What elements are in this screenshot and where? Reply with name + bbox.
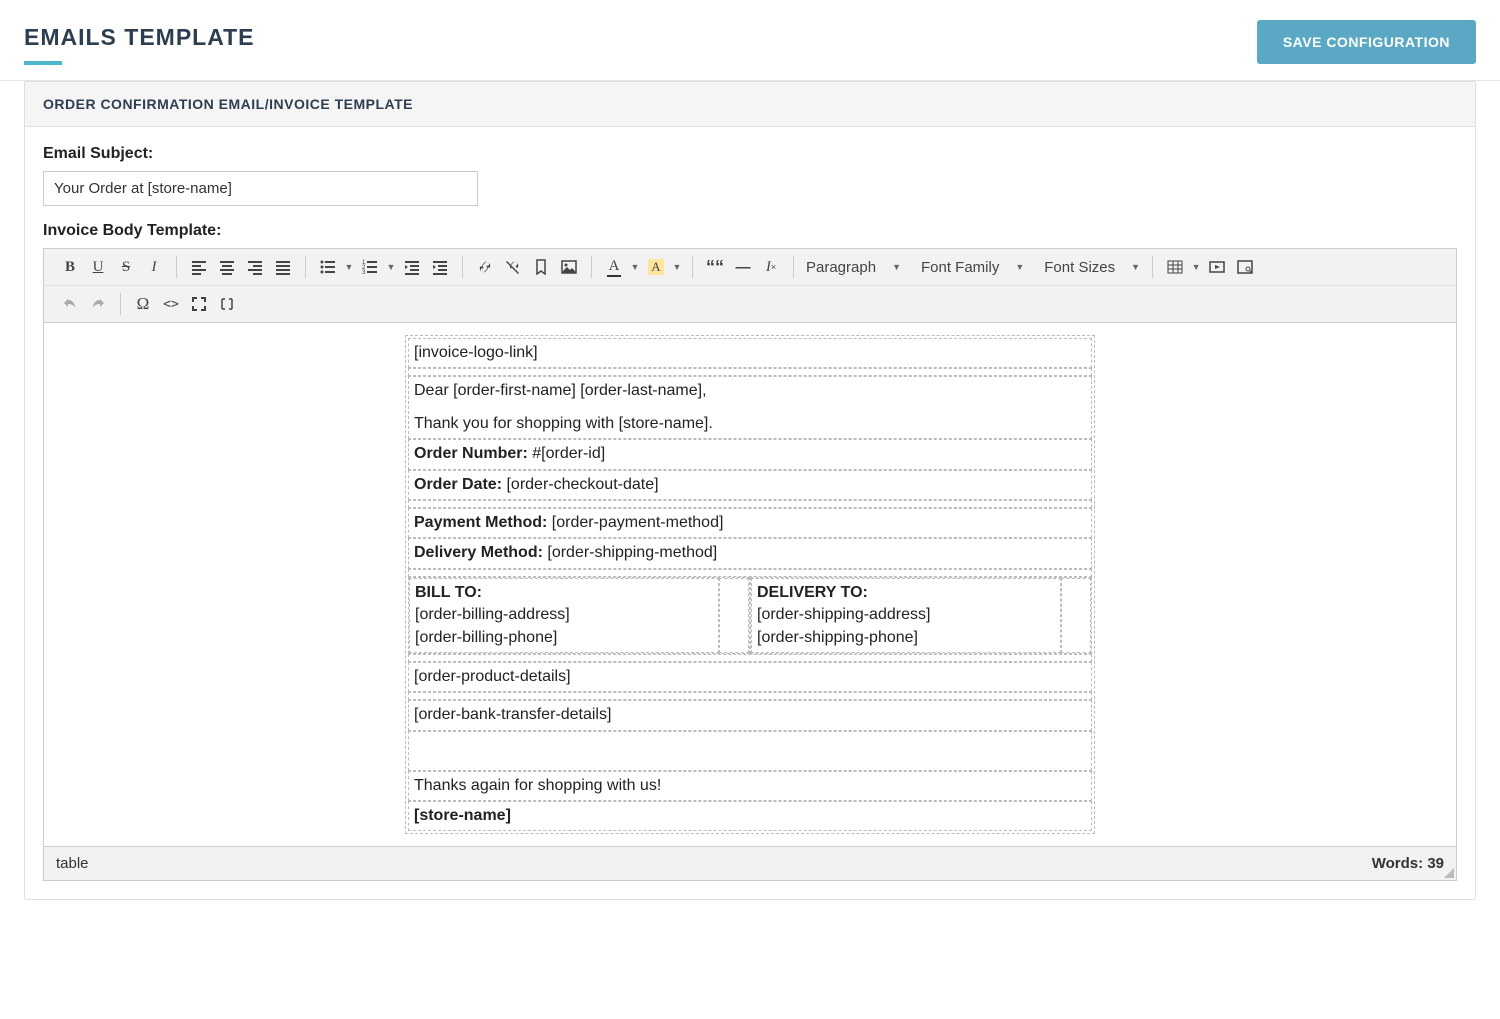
greeting-cell[interactable]: Dear [order-first-name] [order-last-name… — [408, 376, 1092, 439]
fullscreen-button[interactable] — [185, 290, 213, 318]
rich-text-editor: B U S I — [43, 248, 1457, 881]
special-character-button[interactable]: Ω — [129, 290, 157, 318]
link-button[interactable] — [471, 253, 499, 281]
table-button[interactable] — [1161, 253, 1189, 281]
element-path[interactable]: table — [56, 855, 89, 872]
word-count: Words: 39 — [1372, 855, 1444, 872]
logo-cell[interactable]: [invoice-logo-link] — [408, 338, 1092, 368]
email-subject-input[interactable] — [43, 171, 478, 206]
outdent-button[interactable] — [398, 253, 426, 281]
italic-button[interactable]: I — [140, 253, 168, 281]
thanks-again-cell[interactable]: Thanks again for shopping with us! — [408, 771, 1092, 801]
invoice-body-label: Invoice Body Template: — [43, 222, 1457, 240]
numbered-list-dropdown[interactable]: ▼ — [384, 253, 398, 281]
text-color-button[interactable]: A — [600, 253, 628, 281]
bill-to-cell[interactable]: BILL TO: [order-billing-address] [order-… — [409, 578, 719, 653]
email-subject-label: Email Subject: — [43, 145, 1457, 163]
image-button[interactable] — [555, 253, 583, 281]
indent-button[interactable] — [426, 253, 454, 281]
table-dropdown[interactable]: ▼ — [1189, 253, 1203, 281]
align-justify-button[interactable] — [269, 253, 297, 281]
numbered-list-button[interactable]: 123 — [356, 253, 384, 281]
font-family-select[interactable]: Font Family▼ — [911, 253, 1034, 281]
order-number-cell[interactable]: Order Number: #[order-id] — [408, 439, 1092, 469]
svg-text:3: 3 — [362, 270, 366, 275]
bookmark-button[interactable] — [527, 253, 555, 281]
text-color-dropdown[interactable]: ▼ — [628, 253, 642, 281]
strikethrough-button[interactable]: S — [112, 253, 140, 281]
show-blocks-button[interactable] — [213, 290, 241, 318]
bold-button[interactable]: B — [56, 253, 84, 281]
underline-button[interactable]: U — [84, 253, 112, 281]
font-sizes-select[interactable]: Font Sizes▼ — [1034, 253, 1150, 281]
page-title: EMAILS TEMPLATE — [24, 24, 255, 61]
editor-toolbar: B U S I — [44, 249, 1456, 323]
source-code-button[interactable]: <> — [157, 290, 185, 318]
clear-formatting-button[interactable]: I× — [757, 253, 785, 281]
payment-method-cell[interactable]: Payment Method: [order-payment-method] — [408, 508, 1092, 538]
bullet-list-button[interactable] — [314, 253, 342, 281]
background-color-dropdown[interactable]: ▼ — [670, 253, 684, 281]
background-color-button[interactable]: A — [642, 253, 670, 281]
store-signature-cell[interactable]: [store-name] — [408, 801, 1092, 831]
redo-button[interactable] — [84, 290, 112, 318]
horizontal-rule-button[interactable]: — — [729, 253, 757, 281]
editor-content-area[interactable]: [invoice-logo-link] Dear [order-first-na… — [44, 323, 1456, 846]
delivery-method-cell[interactable]: Delivery Method: [order-shipping-method] — [408, 538, 1092, 568]
product-details-cell[interactable]: [order-product-details] — [408, 662, 1092, 692]
save-configuration-button[interactable]: SAVE CONFIGURATION — [1257, 20, 1476, 64]
panel-title: ORDER CONFIRMATION EMAIL/INVOICE TEMPLAT… — [25, 82, 1475, 127]
paragraph-format-select[interactable]: Paragraph▼ — [796, 253, 911, 281]
align-right-button[interactable] — [241, 253, 269, 281]
preview-button[interactable] — [1231, 253, 1259, 281]
media-button[interactable] — [1203, 253, 1231, 281]
unlink-button[interactable] — [499, 253, 527, 281]
template-table: [invoice-logo-link] Dear [order-first-na… — [408, 338, 1092, 831]
order-date-cell[interactable]: Order Date: [order-checkout-date] — [408, 470, 1092, 500]
bullet-list-dropdown[interactable]: ▼ — [342, 253, 356, 281]
align-left-button[interactable] — [185, 253, 213, 281]
delivery-to-cell[interactable]: DELIVERY TO: [order-shipping-address] [o… — [751, 578, 1061, 653]
blockquote-button[interactable]: ““ — [701, 253, 729, 281]
resize-grip-icon[interactable] — [1444, 868, 1454, 878]
align-center-button[interactable] — [213, 253, 241, 281]
bank-details-cell[interactable]: [order-bank-transfer-details] — [408, 700, 1092, 730]
undo-button[interactable] — [56, 290, 84, 318]
editor-statusbar: table Words: 39 — [44, 846, 1456, 880]
